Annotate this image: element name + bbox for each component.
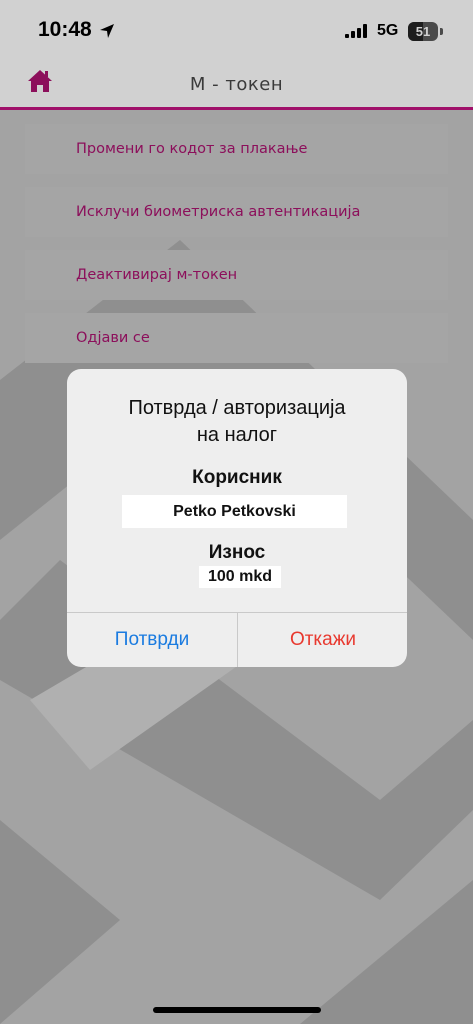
authorization-dialog: Потврда / авторизација на налог Корисник… xyxy=(67,369,407,667)
dialog-title: Потврда / авторизација на налог xyxy=(67,395,407,449)
home-indicator[interactable] xyxy=(153,1007,321,1013)
amount-value: 100 mkd xyxy=(199,566,281,588)
battery-level: 51 xyxy=(415,24,431,39)
dialog-title-line1: Потврда / авторизација xyxy=(128,397,346,419)
amount-label: Износ xyxy=(208,542,266,563)
confirm-button[interactable]: Потврди xyxy=(67,613,237,667)
user-value: Petko Petkovski xyxy=(122,495,347,528)
user-label: Корисник xyxy=(192,467,282,488)
dialog-title-line2: на налог xyxy=(196,424,278,446)
cancel-button[interactable]: Откажи xyxy=(238,613,407,667)
